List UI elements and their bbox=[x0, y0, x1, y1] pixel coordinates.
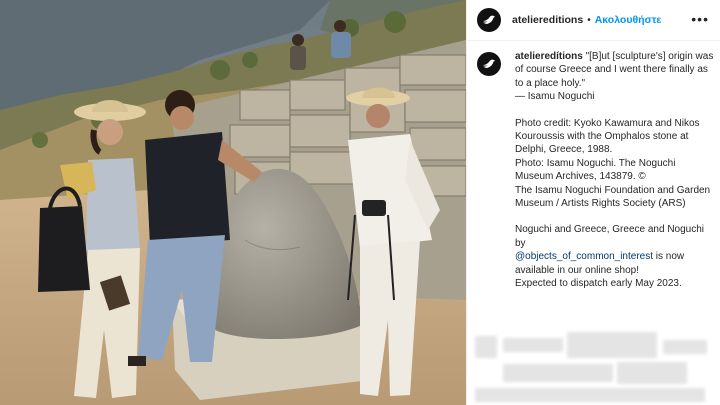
caption-credit-1: Photo credit: Kyoko Kawamura and Nikos K… bbox=[515, 117, 700, 156]
caption-credit-2: Photo: Isamu Noguchi. The Noguchi Museum… bbox=[515, 157, 676, 183]
bird-logo-icon bbox=[483, 59, 495, 68]
post-photo-image bbox=[0, 0, 466, 405]
blurred-comments-area bbox=[467, 328, 720, 405]
caption-shop-line-1: Noguchi and Greece, Greece and Noguchi b… bbox=[515, 224, 705, 249]
caption-shop-line-3: Expected to dispatch early May 2023. bbox=[515, 278, 682, 290]
shop-mention-link[interactable]: @objects_of_common_interest bbox=[515, 251, 653, 262]
caption-username[interactable]: atelieredítions bbox=[515, 51, 583, 62]
caption-avatar[interactable] bbox=[477, 52, 501, 76]
caption-quote-paragraph: atelieredítions "[B]ut [sculpture's] ori… bbox=[515, 50, 715, 90]
post-side-panel: ateliereditions • Ακολουθήστε ••• atelie… bbox=[466, 0, 720, 405]
post-photo[interactable] bbox=[0, 0, 466, 405]
post-header: ateliereditions • Ακολουθήστε ••• bbox=[467, 0, 720, 41]
caption-credit-3: The Isamu Noguchi Foundation and Garden … bbox=[515, 184, 711, 210]
more-horizontal-icon[interactable]: ••• bbox=[691, 12, 709, 26]
bird-logo-icon bbox=[483, 15, 495, 24]
caption-shop-paragraph: Noguchi and Greece, Greece and Noguchi b… bbox=[515, 223, 715, 277]
caption-text: atelieredítions "[B]ut [sculpture's] ori… bbox=[515, 50, 715, 291]
separator-dot: • bbox=[587, 14, 591, 26]
post-username[interactable]: ateliereditions bbox=[512, 14, 583, 26]
profile-avatar[interactable] bbox=[477, 8, 501, 32]
follow-button[interactable]: Ακολουθήστε bbox=[595, 14, 662, 26]
post-caption: atelieredítions "[B]ut [sculpture's] ori… bbox=[477, 50, 717, 291]
caption-attribution: — Isamu Noguchi bbox=[515, 91, 595, 103]
